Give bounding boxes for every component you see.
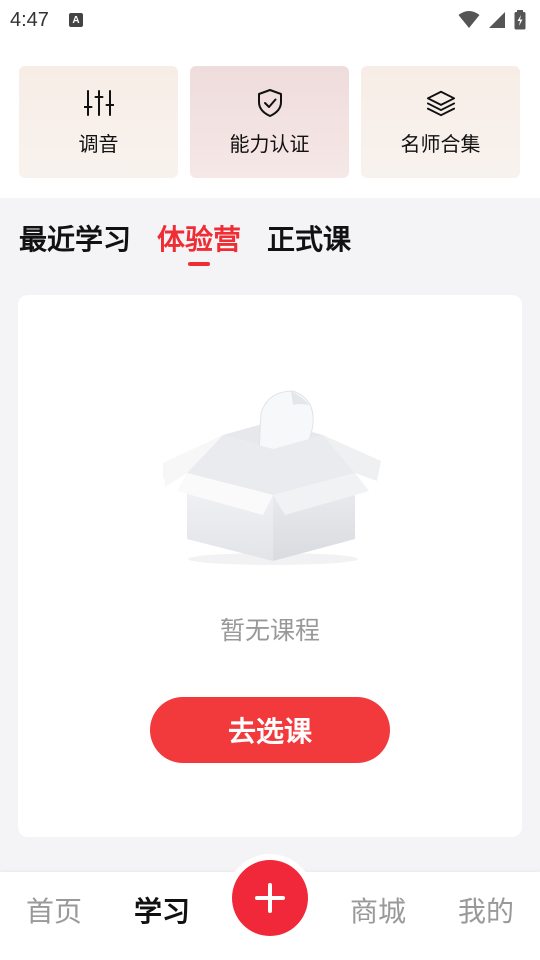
course-list-card: 暂无课程 去选课 [18, 295, 522, 837]
status-bar: 4:47 A [0, 0, 540, 40]
battery-icon [514, 10, 526, 30]
feature-label: 调音 [78, 131, 119, 156]
nav-mall[interactable]: 商城 [338, 890, 418, 930]
tab-trial-camp[interactable]: 体验营 [157, 220, 241, 260]
notification-badge-icon: A [68, 13, 83, 27]
feature-label: 能力认证 [229, 131, 310, 156]
nav-mine[interactable]: 我的 [446, 890, 526, 930]
signal-icon [489, 12, 505, 28]
nav-home[interactable]: 首页 [14, 890, 94, 930]
feature-label: 名师合集 [400, 131, 481, 156]
sliders-icon [83, 88, 114, 118]
wifi-icon [458, 11, 480, 28]
tab-recent[interactable]: 最近学习 [19, 220, 131, 260]
tab-formal-course[interactable]: 正式课 [267, 220, 351, 260]
shield-check-icon [255, 88, 285, 118]
course-tabs: 最近学习 体验营 正式课 [19, 220, 351, 270]
select-course-button[interactable]: 去选课 [150, 697, 390, 763]
empty-message: 暂无课程 [219, 616, 320, 645]
layers-icon [426, 88, 456, 118]
nav-study[interactable]: 学习 [122, 890, 202, 930]
plus-icon [255, 883, 285, 913]
status-right [458, 10, 526, 30]
empty-box-icon [163, 390, 381, 565]
feature-panel: 调音 能力认证 名师合集 [0, 40, 540, 198]
add-button[interactable] [232, 860, 308, 936]
feature-card-tuning[interactable]: 调音 [19, 66, 178, 178]
status-left: 4:47 A [10, 9, 83, 32]
feature-card-certification[interactable]: 能力认证 [190, 66, 349, 178]
status-time: 4:47 [10, 8, 49, 31]
feature-card-masters[interactable]: 名师合集 [361, 66, 520, 178]
